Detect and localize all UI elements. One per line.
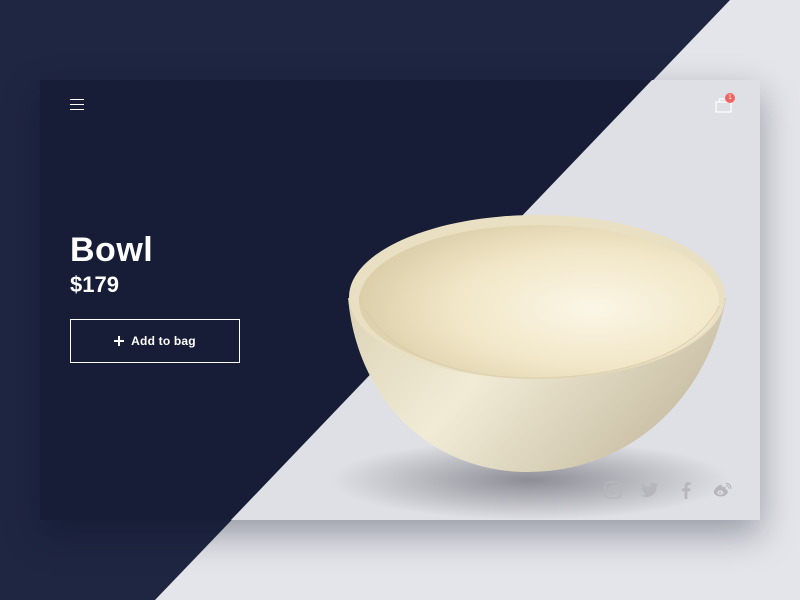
bowl-image	[330, 215, 730, 520]
plus-icon	[114, 336, 125, 346]
hamburger-menu-icon[interactable]	[70, 98, 84, 112]
add-to-bag-button[interactable]: Add to bag	[70, 319, 240, 363]
facebook-icon[interactable]	[676, 480, 696, 500]
product-title: Bowl	[70, 231, 154, 269]
shopping-bag-button[interactable]: 1	[714, 93, 738, 116]
cart-count-badge: 1	[725, 93, 735, 103]
product-showcase-page: 1 Bowl $179 Add to bag	[0, 0, 800, 600]
weibo-icon[interactable]	[712, 480, 732, 500]
twitter-icon[interactable]	[640, 480, 660, 500]
product-card: 1 Bowl $179 Add to bag	[40, 80, 760, 520]
product-price: $179	[70, 272, 119, 297]
instagram-icon[interactable]	[603, 480, 623, 500]
add-to-bag-label: Add to bag	[131, 334, 196, 348]
